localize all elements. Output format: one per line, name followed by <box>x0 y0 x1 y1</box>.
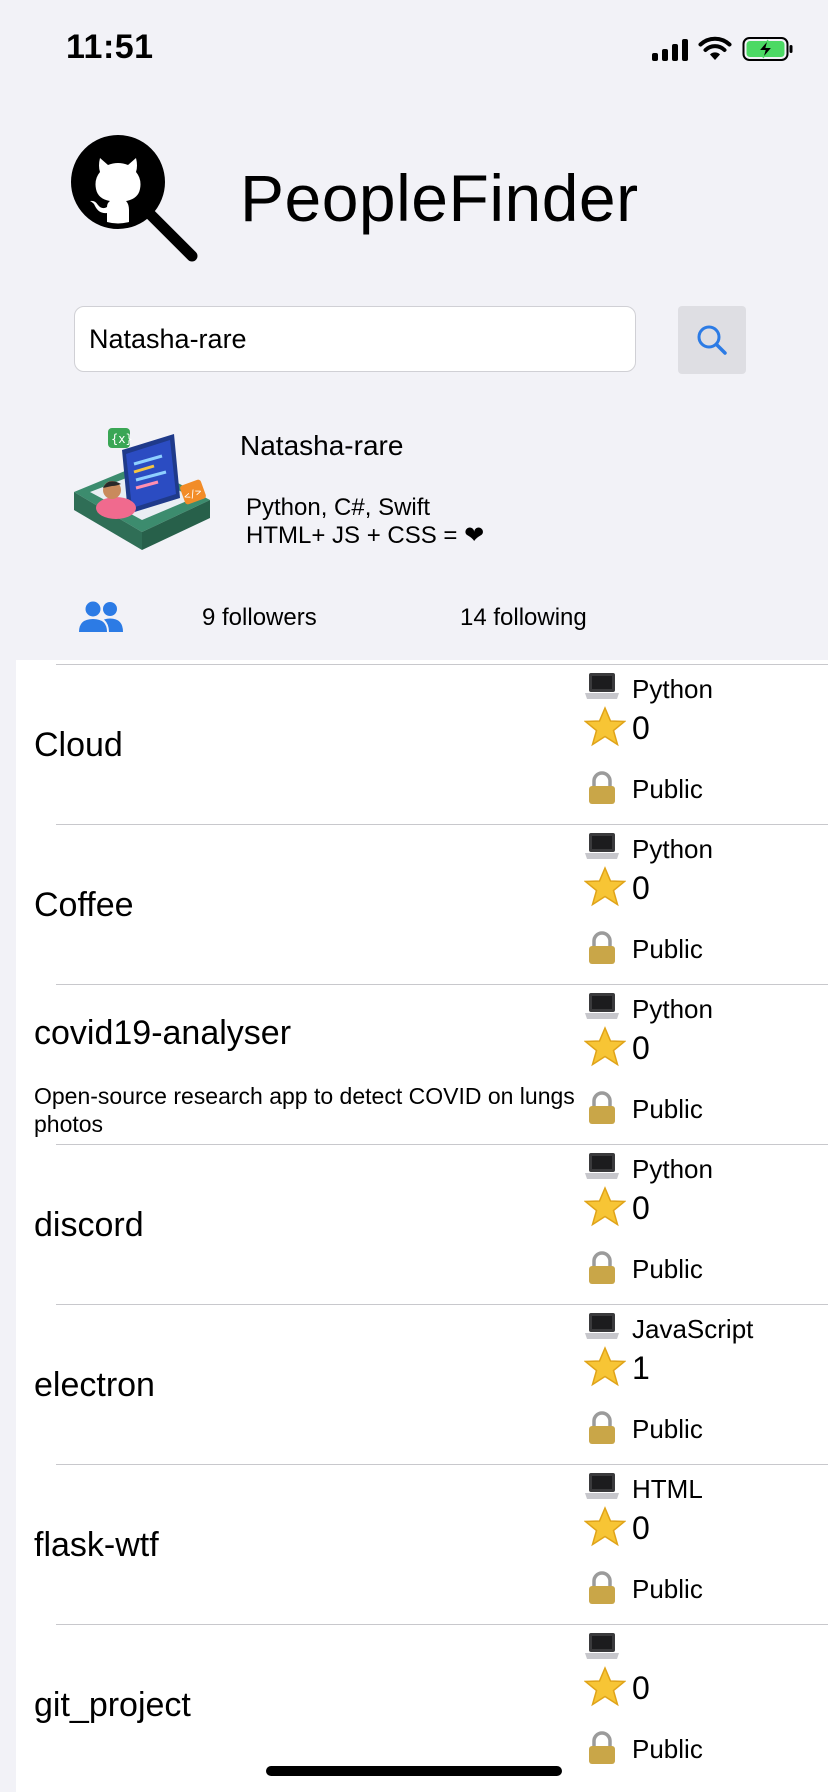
home-indicator[interactable] <box>266 1766 562 1776</box>
bio-line: Python, C#, Swift <box>246 494 431 521</box>
bio-line: HTML+ JS + CSS = ❤ <box>246 522 485 549</box>
star-icon <box>584 706 626 747</box>
star-icon <box>584 866 626 907</box>
people-icon <box>79 601 123 632</box>
followers-count[interactable]: 9 followers <box>202 604 317 632</box>
repo-visibility: Public <box>632 1414 703 1444</box>
repo-meta: HTML 0 Public <box>584 1460 828 1620</box>
repo-meta: Python 0 Public <box>584 1140 828 1300</box>
battery-charging-icon <box>742 37 793 61</box>
repo-row[interactable]: discord Python 0 Public <box>16 1140 828 1300</box>
repo-name: flask-wtf <box>34 1526 159 1564</box>
star-icon <box>584 1666 626 1707</box>
lock-icon <box>589 1091 615 1124</box>
repo-language: Python <box>632 674 713 704</box>
repo-language: Python <box>632 1154 713 1184</box>
repo-visibility: Public <box>632 934 703 964</box>
repo-row[interactable]: electron JavaScript 1 Public <box>16 1300 828 1460</box>
laptop-icon <box>585 1633 619 1659</box>
lock-icon <box>589 931 615 964</box>
lock-icon <box>589 771 615 804</box>
repo-name: discord <box>34 1206 144 1244</box>
repo-stars: 0 <box>632 1030 650 1066</box>
laptop-icon <box>585 673 619 699</box>
app-title: PeopleFinder <box>240 161 639 235</box>
repo-meta: Python 0 Public <box>584 980 828 1140</box>
repo-meta: Python 0 Public <box>584 820 828 980</box>
repo-stars: 0 <box>632 1190 650 1226</box>
lock-icon <box>589 1571 615 1604</box>
repo-name: covid19-analyser <box>34 1014 292 1052</box>
repo-name: Cloud <box>34 726 123 764</box>
repo-language: JavaScript <box>632 1314 754 1344</box>
developer-illustration-icon: {x} </> <box>74 428 210 550</box>
search-input[interactable] <box>74 306 636 372</box>
lock-icon <box>589 1731 615 1764</box>
repo-visibility: Public <box>632 1734 703 1764</box>
search-button[interactable] <box>678 306 746 374</box>
laptop-icon <box>585 1313 619 1339</box>
repo-visibility: Public <box>632 774 703 804</box>
cellular-signal-icon <box>652 37 688 61</box>
status-time: 11:51 <box>66 28 154 66</box>
profile-username: Natasha-rare <box>240 430 404 461</box>
repo-name: electron <box>34 1366 155 1404</box>
laptop-icon <box>585 1473 619 1499</box>
repo-stars: 0 <box>632 1670 650 1706</box>
repo-stars: 0 <box>632 1510 650 1546</box>
repo-description: Open-source research app to detect COVID… <box>34 1083 575 1137</box>
repo-stars: 0 <box>632 870 650 906</box>
status-bar: 11:51 <box>0 0 828 100</box>
repo-stars: 1 <box>632 1350 650 1386</box>
profile-bio: Python, C#, Swift HTML+ JS + CSS = ❤ <box>246 494 484 550</box>
laptop-icon <box>585 833 619 859</box>
lock-icon <box>589 1251 615 1284</box>
github-search-icon <box>71 135 198 262</box>
star-icon <box>584 1026 626 1067</box>
star-icon <box>584 1506 626 1547</box>
repo-language: HTML <box>632 1474 703 1504</box>
repo-row[interactable]: covid19-analyser Open-source research ap… <box>16 980 828 1140</box>
repo-visibility: Public <box>632 1574 703 1604</box>
lock-icon <box>589 1411 615 1444</box>
repo-meta: 0 Public <box>584 1620 828 1780</box>
repo-row[interactable]: Cloud Python 0 Public <box>16 660 828 820</box>
repo-stars: 0 <box>632 710 650 746</box>
repo-name: Coffee <box>34 886 134 924</box>
repo-language: Python <box>632 994 713 1024</box>
repo-name: git_project <box>34 1686 191 1724</box>
repo-meta: JavaScript 1 Public <box>584 1300 828 1460</box>
status-icons <box>652 36 794 62</box>
repo-visibility: Public <box>632 1254 703 1284</box>
following-count[interactable]: 14 following <box>460 604 587 632</box>
laptop-icon <box>585 1153 619 1179</box>
star-icon <box>584 1346 626 1387</box>
repo-visibility: Public <box>632 1094 703 1124</box>
wifi-icon <box>698 36 732 60</box>
svg-text:{x}: {x} <box>111 432 133 446</box>
repo-list[interactable]: Cloud Python 0 Public Coffee Python 0 Pu… <box>16 660 828 1792</box>
repo-row[interactable]: git_project 0 Public <box>16 1620 828 1780</box>
laptop-icon <box>585 993 619 1019</box>
repo-meta: Python 0 Public <box>584 660 828 820</box>
repo-row[interactable]: Coffee Python 0 Public <box>16 820 828 980</box>
repo-language: Python <box>632 834 713 864</box>
search-icon <box>697 325 727 355</box>
star-icon <box>584 1186 626 1227</box>
repo-row[interactable]: flask-wtf HTML 0 Public <box>16 1460 828 1620</box>
